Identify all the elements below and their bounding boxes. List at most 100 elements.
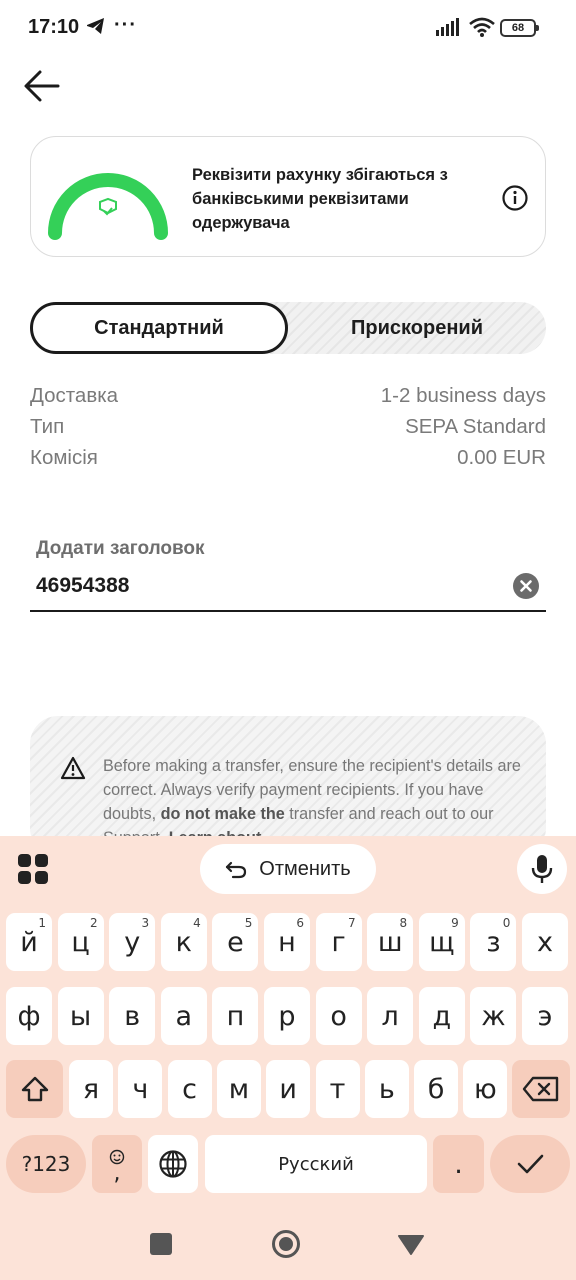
key[interactable]: ч — [118, 1060, 163, 1118]
back-nav-button[interactable] — [397, 1234, 425, 1256]
undo-label: Отменить — [259, 857, 351, 880]
key-hint: 1 — [38, 916, 46, 930]
key-hint: 8 — [399, 916, 408, 930]
key[interactable]: м — [216, 1060, 261, 1118]
key-label: ь — [378, 1073, 395, 1105]
key[interactable]: х — [522, 913, 568, 971]
key-label: н — [278, 926, 296, 958]
detail-row-delivery: Доставка 1-2 business days — [30, 384, 546, 415]
home-button[interactable] — [271, 1229, 301, 1259]
microphone-icon[interactable] — [517, 844, 567, 894]
system-navigation-bar — [0, 1200, 576, 1280]
warning-box: Before making a transfer, ensure the rec… — [30, 716, 546, 856]
key[interactable]: т — [315, 1060, 360, 1118]
key[interactable]: к4 — [160, 913, 207, 971]
tab-standard[interactable]: Стандартний — [30, 302, 288, 354]
key[interactable]: з0 — [470, 913, 517, 971]
key-label: е — [227, 926, 244, 958]
key[interactable]: г7 — [315, 913, 362, 971]
smiley-icon — [109, 1141, 125, 1172]
key-label: ж — [481, 1000, 506, 1032]
telegram-icon — [86, 17, 106, 40]
key-label: л — [381, 1000, 399, 1032]
key-label: п — [226, 1000, 245, 1032]
key[interactable]: и — [266, 1060, 311, 1118]
detail-label: Тип — [30, 415, 65, 438]
key-label: т — [329, 1073, 346, 1105]
key[interactable]: щ9 — [418, 913, 465, 971]
back-button[interactable] — [18, 64, 66, 112]
title-input[interactable]: 46954388 — [36, 574, 129, 598]
key-label: ш — [377, 926, 403, 958]
key[interactable]: ц2 — [57, 913, 104, 971]
info-icon[interactable] — [501, 184, 529, 212]
key-label: г — [331, 926, 346, 958]
key-label: ч — [132, 1073, 149, 1105]
triangle-back-icon — [398, 1235, 424, 1255]
clear-input-button[interactable] — [513, 573, 539, 599]
detail-value: 1-2 business days — [380, 384, 546, 407]
key[interactable]: я — [69, 1060, 113, 1118]
backspace-key[interactable] — [512, 1060, 570, 1118]
undo-icon — [226, 861, 247, 879]
key[interactable]: ю — [463, 1060, 508, 1118]
key[interactable]: в — [109, 987, 156, 1045]
key-label: о — [330, 1000, 347, 1032]
period-key[interactable]: . — [433, 1135, 484, 1193]
key-label: ц — [71, 926, 90, 958]
shift-key[interactable] — [6, 1060, 63, 1118]
key[interactable]: ф — [6, 987, 52, 1045]
keyboard-menu-icon[interactable] — [16, 852, 50, 886]
status-bar: 17:10 ··· 68 — [0, 0, 576, 56]
tab-express[interactable]: Прискорений — [288, 302, 546, 354]
enter-key[interactable] — [490, 1135, 570, 1193]
key-hint: 3 — [141, 916, 150, 930]
detail-value: SEPA Standard — [405, 415, 546, 438]
key-label: з — [486, 926, 501, 958]
key[interactable]: о — [315, 987, 362, 1045]
key-label: в — [124, 1000, 141, 1032]
key[interactable]: э — [522, 987, 568, 1045]
key-label: ы — [69, 1000, 92, 1032]
key-label: д — [432, 1000, 452, 1032]
checkmark-icon — [517, 1154, 544, 1174]
status-time: 17:10 — [28, 16, 80, 38]
key[interactable]: с — [167, 1060, 212, 1118]
key-label: р — [278, 1000, 296, 1032]
signal-icon — [436, 18, 462, 41]
account-match-card: Реквізити рахунку збігаються з банківськ… — [30, 136, 546, 257]
key[interactable]: е5 — [212, 913, 259, 971]
key[interactable]: у3 — [109, 913, 156, 971]
key[interactable]: д — [418, 987, 465, 1045]
detail-label: Комісія — [30, 446, 98, 469]
key-label: б — [427, 1073, 445, 1105]
key[interactable]: л — [367, 987, 414, 1045]
key[interactable]: ь — [364, 1060, 409, 1118]
key-label: к — [175, 926, 192, 958]
key[interactable]: н6 — [264, 913, 310, 971]
space-key[interactable]: Русский — [205, 1135, 427, 1193]
arrow-left-icon — [24, 70, 60, 102]
key[interactable]: п — [212, 987, 259, 1045]
detail-row-type: Тип SEPA Standard — [30, 415, 546, 446]
undo-button[interactable]: Отменить — [200, 844, 376, 894]
title-field[interactable]: Додати заголовок 46954388 — [30, 536, 546, 612]
language-key[interactable] — [148, 1135, 198, 1193]
key[interactable]: б — [414, 1060, 459, 1118]
key-hint: 2 — [89, 916, 98, 930]
symbols-key[interactable]: ?123 — [6, 1135, 86, 1193]
key[interactable]: ш8 — [367, 913, 414, 971]
key[interactable]: ы — [57, 987, 104, 1045]
key-label: й — [20, 926, 38, 958]
key[interactable]: р — [264, 987, 310, 1045]
key-label: я — [82, 1073, 100, 1105]
key[interactable]: ж — [470, 987, 517, 1045]
key[interactable]: а — [160, 987, 207, 1045]
detail-label: Доставка — [30, 384, 119, 407]
emoji-comma-key[interactable]: , — [92, 1135, 142, 1193]
detail-value: 0.00 EUR — [457, 446, 546, 469]
recent-apps-button[interactable] — [150, 1233, 172, 1255]
home-circle-icon — [272, 1230, 300, 1258]
key[interactable]: й1 — [6, 913, 52, 971]
key-hint: 7 — [347, 916, 356, 930]
